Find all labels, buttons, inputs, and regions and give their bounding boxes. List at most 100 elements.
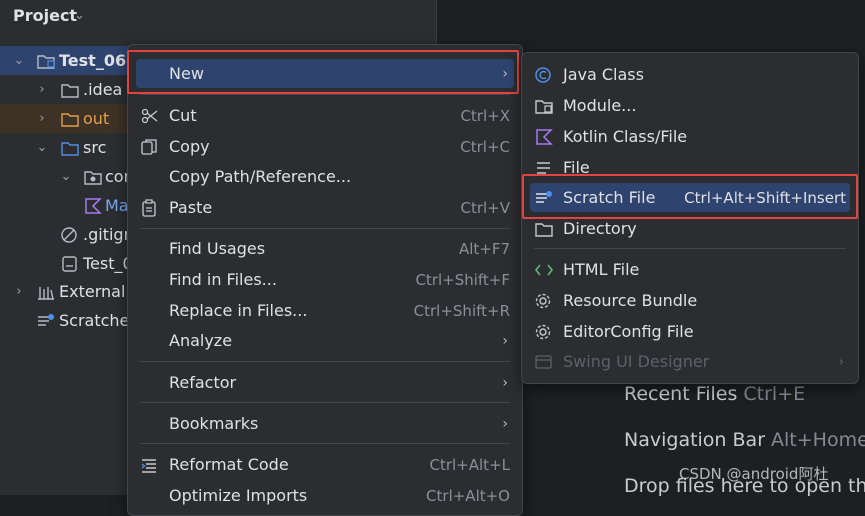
folder-icon xyxy=(60,81,80,99)
kotlin-icon xyxy=(534,128,554,146)
menu-item-optimize-imports[interactable]: Optimize Imports Ctrl+Alt+O xyxy=(136,481,514,510)
menu-item-label: Module... xyxy=(563,96,637,115)
menu-item-label: Resource Bundle xyxy=(563,291,698,310)
gear-icon xyxy=(534,292,554,310)
panel-title[interactable]: Project xyxy=(13,6,77,25)
menu-item-copy[interactable]: Copy Ctrl+C xyxy=(136,132,514,161)
menu-item-label: Copy Path/Reference... xyxy=(169,167,352,186)
chevron-right-icon[interactable]: › xyxy=(12,284,26,299)
submenu-item-html-file[interactable]: HTML File xyxy=(530,255,850,284)
menu-item-label: Optimize Imports xyxy=(169,486,308,505)
hint-label: Navigation Bar xyxy=(624,429,766,451)
menu-item-label: Bookmarks xyxy=(169,414,259,433)
tree-label: Scratches xyxy=(59,311,138,330)
submenu-item-kotlin-class[interactable]: Kotlin Class/File xyxy=(530,122,850,151)
menu-item-label: Refactor xyxy=(169,373,237,392)
menu-item-find-usages[interactable]: Find Usages Alt+F7 xyxy=(136,234,514,263)
hint-navigation-bar: Navigation Bar Alt+Home xyxy=(624,429,865,451)
menu-item-label: Directory xyxy=(563,219,637,238)
menu-item-label: Find Usages xyxy=(169,239,266,258)
menu-item-label: Replace in Files... xyxy=(169,301,308,320)
submenu-item-module[interactable]: Module... xyxy=(530,91,850,120)
paste-icon xyxy=(140,198,160,217)
menu-item-bookmarks[interactable]: Bookmarks › xyxy=(136,409,514,438)
file-icon xyxy=(60,255,80,273)
separator xyxy=(140,94,510,95)
ignored-file-icon xyxy=(60,226,80,244)
menu-item-label: Cut xyxy=(169,106,197,125)
context-menu: New › Cut Ctrl+X Copy Ctrl+C Copy Path/R… xyxy=(127,44,523,516)
annotation-highlight-new xyxy=(127,50,519,94)
submenu-item-resource-bundle[interactable]: Resource Bundle xyxy=(530,286,850,315)
scissors-icon xyxy=(140,107,160,125)
menu-item-label: Find in Files... xyxy=(169,270,277,289)
module-icon xyxy=(36,52,56,70)
java-class-icon xyxy=(534,66,554,84)
chevron-right-icon[interactable]: › xyxy=(35,82,49,97)
submenu-item-java-class[interactable]: Java Class xyxy=(530,60,850,89)
copy-icon xyxy=(140,138,160,156)
menu-item-cut[interactable]: Cut Ctrl+X xyxy=(136,101,514,130)
watermark: CSDN @android阿杜 xyxy=(679,465,829,483)
menu-item-label: Swing UI Designer xyxy=(563,352,710,371)
separator xyxy=(140,402,510,403)
hint-recent-files: Recent Files Ctrl+E xyxy=(624,383,805,405)
menu-item-label: Paste xyxy=(169,198,213,217)
menu-item-shortcut: Ctrl+X xyxy=(460,106,510,125)
hint-label: Recent Files xyxy=(624,383,738,405)
reformat-icon xyxy=(140,456,160,474)
menu-item-paste[interactable]: Paste Ctrl+V xyxy=(136,193,514,222)
html-icon xyxy=(534,261,554,279)
folder-icon xyxy=(534,220,554,238)
menu-item-analyze[interactable]: Analyze › xyxy=(136,326,514,355)
menu-item-shortcut: Ctrl+Alt+O xyxy=(426,486,510,505)
menu-item-find-in-files[interactable]: Find in Files... Ctrl+Shift+F xyxy=(136,265,514,294)
chevron-down-icon[interactable]: ⌄ xyxy=(12,53,26,68)
chevron-down-icon[interactable]: ⌄ xyxy=(74,8,85,23)
hint-shortcut: Ctrl+E xyxy=(743,383,806,405)
tree-label: Test_062 xyxy=(59,51,138,70)
menu-item-copy-path[interactable]: Copy Path/Reference... xyxy=(136,162,514,191)
menu-item-label: Java Class xyxy=(563,65,644,84)
menu-item-shortcut: Ctrl+V xyxy=(460,198,510,217)
annotation-highlight-scratch-file xyxy=(522,174,858,219)
separator xyxy=(140,228,510,229)
tree-label: out xyxy=(83,109,110,128)
form-icon xyxy=(534,353,554,371)
menu-item-refactor[interactable]: Refactor › xyxy=(136,368,514,397)
kotlin-file-icon xyxy=(83,197,103,215)
menu-item-shortcut: Ctrl+Shift+R xyxy=(413,301,510,320)
package-icon xyxy=(83,168,103,186)
tree-label: Test_0 xyxy=(83,254,133,273)
module-icon xyxy=(534,97,554,115)
gear-icon xyxy=(534,323,554,341)
source-folder-icon xyxy=(60,139,80,157)
chevron-right-icon: › xyxy=(838,353,844,370)
menu-item-reformat-code[interactable]: Reformat Code Ctrl+Alt+L xyxy=(136,450,514,479)
folder-icon xyxy=(60,110,80,128)
chevron-right-icon: › xyxy=(502,374,508,391)
menu-item-shortcut: Ctrl+Shift+F xyxy=(415,270,510,289)
menu-item-label: Copy xyxy=(169,137,210,156)
menu-item-label: Kotlin Class/File xyxy=(563,127,688,146)
hint-shortcut: Alt+Home xyxy=(771,429,865,451)
submenu-item-editorconfig[interactable]: EditorConfig File xyxy=(530,317,850,346)
menu-item-shortcut: Alt+F7 xyxy=(458,239,510,258)
chevron-down-icon[interactable]: ⌄ xyxy=(59,169,73,184)
menu-item-shortcut: Ctrl+C xyxy=(460,137,510,156)
chevron-right-icon: › xyxy=(502,415,508,432)
chevron-right-icon[interactable]: › xyxy=(35,111,49,126)
tree-label: Ma xyxy=(105,196,129,215)
menu-item-label: Reformat Code xyxy=(169,455,289,474)
submenu-item-swing-ui-designer[interactable]: Swing UI Designer › xyxy=(530,347,850,376)
scratches-icon xyxy=(36,312,56,330)
tree-label: src xyxy=(83,138,107,157)
menu-item-shortcut: Ctrl+Alt+L xyxy=(429,455,511,474)
chevron-down-icon[interactable]: ⌄ xyxy=(35,140,49,155)
separator xyxy=(140,443,510,444)
library-icon xyxy=(36,283,56,301)
tree-label: .idea xyxy=(83,80,123,99)
menu-item-label: Analyze xyxy=(169,331,233,350)
menu-item-label: EditorConfig File xyxy=(563,322,694,341)
menu-item-replace-in-files[interactable]: Replace in Files... Ctrl+Shift+R xyxy=(136,296,514,325)
